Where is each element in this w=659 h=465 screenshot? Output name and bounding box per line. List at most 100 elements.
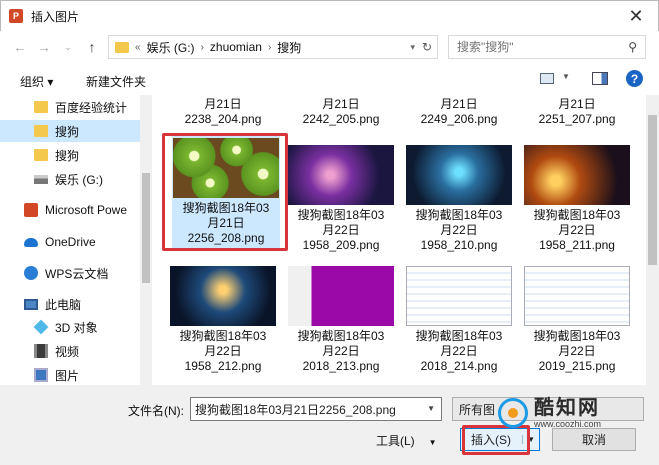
sidebar-item-sougou[interactable]: 搜狗 <box>0 144 140 166</box>
cancel-label[interactable]: 取消 <box>582 431 606 448</box>
folder-icon <box>34 149 48 161</box>
refresh-icon[interactable]: ↻ <box>422 40 432 54</box>
sidebar-item-label: 百度经验统计 <box>55 100 128 115</box>
organize-button[interactable]: 组织 ▾ <box>20 73 53 90</box>
up-arrow-icon[interactable]: ↑ <box>80 35 104 59</box>
view-options-icon[interactable] <box>540 73 554 84</box>
file-item[interactable]: 搜狗截图18年03 月22日 2018_214.png <box>398 266 520 374</box>
file-item[interactable]: 搜狗截图18年03 月22日 2018_213.png <box>280 266 402 374</box>
search-icon[interactable]: ⚲ <box>628 40 637 54</box>
game-screenshot-thumbnail <box>406 145 512 205</box>
overflow-chevron-icon[interactable]: « <box>135 42 141 53</box>
sidebar-item-label: Microsoft Powe <box>45 203 128 217</box>
breadcrumb-separator-icon[interactable]: › <box>201 42 204 53</box>
file-name-line: 1958_210.png <box>420 238 498 252</box>
watermark-brand: 酷知网 <box>534 397 600 419</box>
back-arrow-icon[interactable]: ← <box>8 35 32 59</box>
breadcrumb-zhuomian[interactable]: zhuomian <box>210 40 262 54</box>
sidebar-item-wps-cloud[interactable]: WPS云文档 <box>0 262 140 284</box>
file-name-line: 搜狗截图18年03 <box>415 208 503 222</box>
file-item[interactable]: 搜狗截图18年03 月22日 2019_215.png <box>516 266 638 374</box>
file-item[interactable]: 搜狗截图18年03 月22日 1958_212.png <box>162 266 284 374</box>
sidebar-item-drive-g[interactable]: 娱乐 (G:) <box>0 168 140 190</box>
file-name-line: 月22日 <box>440 344 478 358</box>
file-name-line: 2019_215.png <box>538 359 616 373</box>
file-name-line: 月22日 <box>322 344 360 358</box>
breadcrumb-separator-icon[interactable]: › <box>268 42 271 53</box>
address-dropdown-icon[interactable]: ▾ <box>410 42 415 53</box>
file-item[interactable]: 搜狗截图18年03 月22日 1958_211.png <box>516 145 638 253</box>
file-grid: 月21日 2238_204.png 月21日 2242_205.png 月21日 22… <box>152 95 646 385</box>
file-name-line: 2251_207.png <box>538 112 616 126</box>
sidebar-item-microsoft-powerpoint[interactable]: Microsoft Powe <box>0 199 140 221</box>
drive-icon <box>34 174 48 184</box>
powerpoint-icon <box>24 203 38 217</box>
tools-label[interactable]: 工具(L) <box>376 434 415 448</box>
recent-locations-chevron-icon[interactable]: ⌄ <box>56 35 80 59</box>
file-name-line: 月22日 <box>440 223 478 237</box>
breadcrumb-drive[interactable]: 娱乐 (G:) <box>147 39 195 56</box>
file-name-line: 月22日 <box>558 344 596 358</box>
preview-pane-icon[interactable] <box>592 72 608 85</box>
file-item[interactable]: 月21日 2251_207.png <box>516 97 638 127</box>
file-name-line: 搜狗截图18年03 <box>297 208 385 222</box>
file-grid-scrollbar-thumb[interactable] <box>648 115 657 265</box>
help-icon[interactable]: ? <box>626 70 643 87</box>
forward-arrow-icon[interactable]: → <box>32 35 56 59</box>
file-type-value[interactable]: 所有图 <box>459 401 495 418</box>
close-button[interactable]: ✕ <box>614 1 658 31</box>
sidebar-item-pictures[interactable]: 图片 <box>0 364 140 385</box>
chevron-down-icon[interactable]: ▼ <box>429 438 437 447</box>
file-name-line: 2242_205.png <box>302 112 380 126</box>
file-item[interactable]: 搜狗截图18年03 月22日 1958_210.png <box>398 145 520 253</box>
file-item[interactable]: 月21日 2242_205.png <box>280 97 402 127</box>
file-name-line: 2249_206.png <box>420 112 498 126</box>
filename-field[interactable]: 搜狗截图18年03月21日2256_208.png ▼ <box>190 397 442 421</box>
sidebar-item-sougou-selected[interactable]: 搜狗 <box>0 120 140 142</box>
command-toolbar: 组织 ▾ 新建文件夹 ▼ ? <box>0 63 659 95</box>
address-bar[interactable]: « 娱乐 (G:) › zhuomian › 搜狗 ▾ ↻ <box>108 35 438 59</box>
filename-value[interactable]: 搜狗截图18年03月21日2256_208.png <box>195 401 396 418</box>
file-item[interactable]: 月21日 2238_204.png <box>162 97 284 127</box>
file-name-line: 1958_211.png <box>539 238 615 252</box>
highlight-box <box>162 133 288 251</box>
file-name-line: 月21日 <box>322 97 360 111</box>
game-screenshot-thumbnail <box>524 145 630 205</box>
breadcrumb-sougou[interactable]: 搜狗 <box>277 39 301 56</box>
sidebar-scrollbar-thumb[interactable] <box>142 173 150 283</box>
3d-objects-icon <box>33 319 49 335</box>
sidebar-item-label: 娱乐 (G:) <box>55 172 103 187</box>
file-name-line: 1958_212.png <box>184 359 262 373</box>
file-name-line: 2238_204.png <box>184 112 262 126</box>
navigation-pane: 百度经验统计 搜狗 搜狗 娱乐 (G:) Microsoft Powe OneD… <box>0 95 152 385</box>
window-screenshot-thumbnail <box>406 266 512 326</box>
view-dropdown-icon[interactable]: ▼ <box>562 72 570 81</box>
file-grid-scrollbar[interactable] <box>646 95 659 385</box>
filename-label: 文件名(N): <box>128 404 184 418</box>
new-folder-button[interactable]: 新建文件夹 <box>86 73 146 90</box>
search-input[interactable] <box>457 40 617 54</box>
sidebar-item-baidu-stats[interactable]: 百度经验统计 <box>0 96 140 118</box>
file-name-line: 月22日 <box>204 344 242 358</box>
folder-icon <box>34 125 48 137</box>
tools-menu[interactable]: 工具(L) ▼ <box>376 432 437 449</box>
chevron-down-icon[interactable]: ▼ <box>427 404 435 413</box>
game-screenshot-thumbnail <box>170 266 276 326</box>
search-box[interactable]: ⚲ <box>448 35 646 59</box>
pictures-icon <box>34 368 48 382</box>
onedrive-icon <box>24 237 38 247</box>
sidebar-scrollbar[interactable] <box>140 95 152 385</box>
sidebar-item-this-pc[interactable]: 此电脑 <box>0 293 140 315</box>
sidebar-item-label: 此电脑 <box>45 297 82 312</box>
watermark: 酷知网 www.coozhi.com <box>498 393 648 433</box>
sidebar-item-label: 搜狗 <box>55 148 80 163</box>
sidebar-item-onedrive[interactable]: OneDrive <box>0 231 140 253</box>
file-name-line: 月22日 <box>558 223 596 237</box>
file-item[interactable]: 月21日 2249_206.png <box>398 97 520 127</box>
file-item[interactable]: 搜狗截图18年03 月22日 1958_209.png <box>280 145 402 253</box>
sidebar-item-videos[interactable]: 视频 <box>0 340 140 362</box>
computer-icon <box>24 298 38 310</box>
sidebar-item-label: 搜狗 <box>55 124 80 139</box>
file-name-line: 搜狗截图18年03 <box>533 329 621 343</box>
sidebar-item-3d-objects[interactable]: 3D 对象 <box>0 316 140 338</box>
